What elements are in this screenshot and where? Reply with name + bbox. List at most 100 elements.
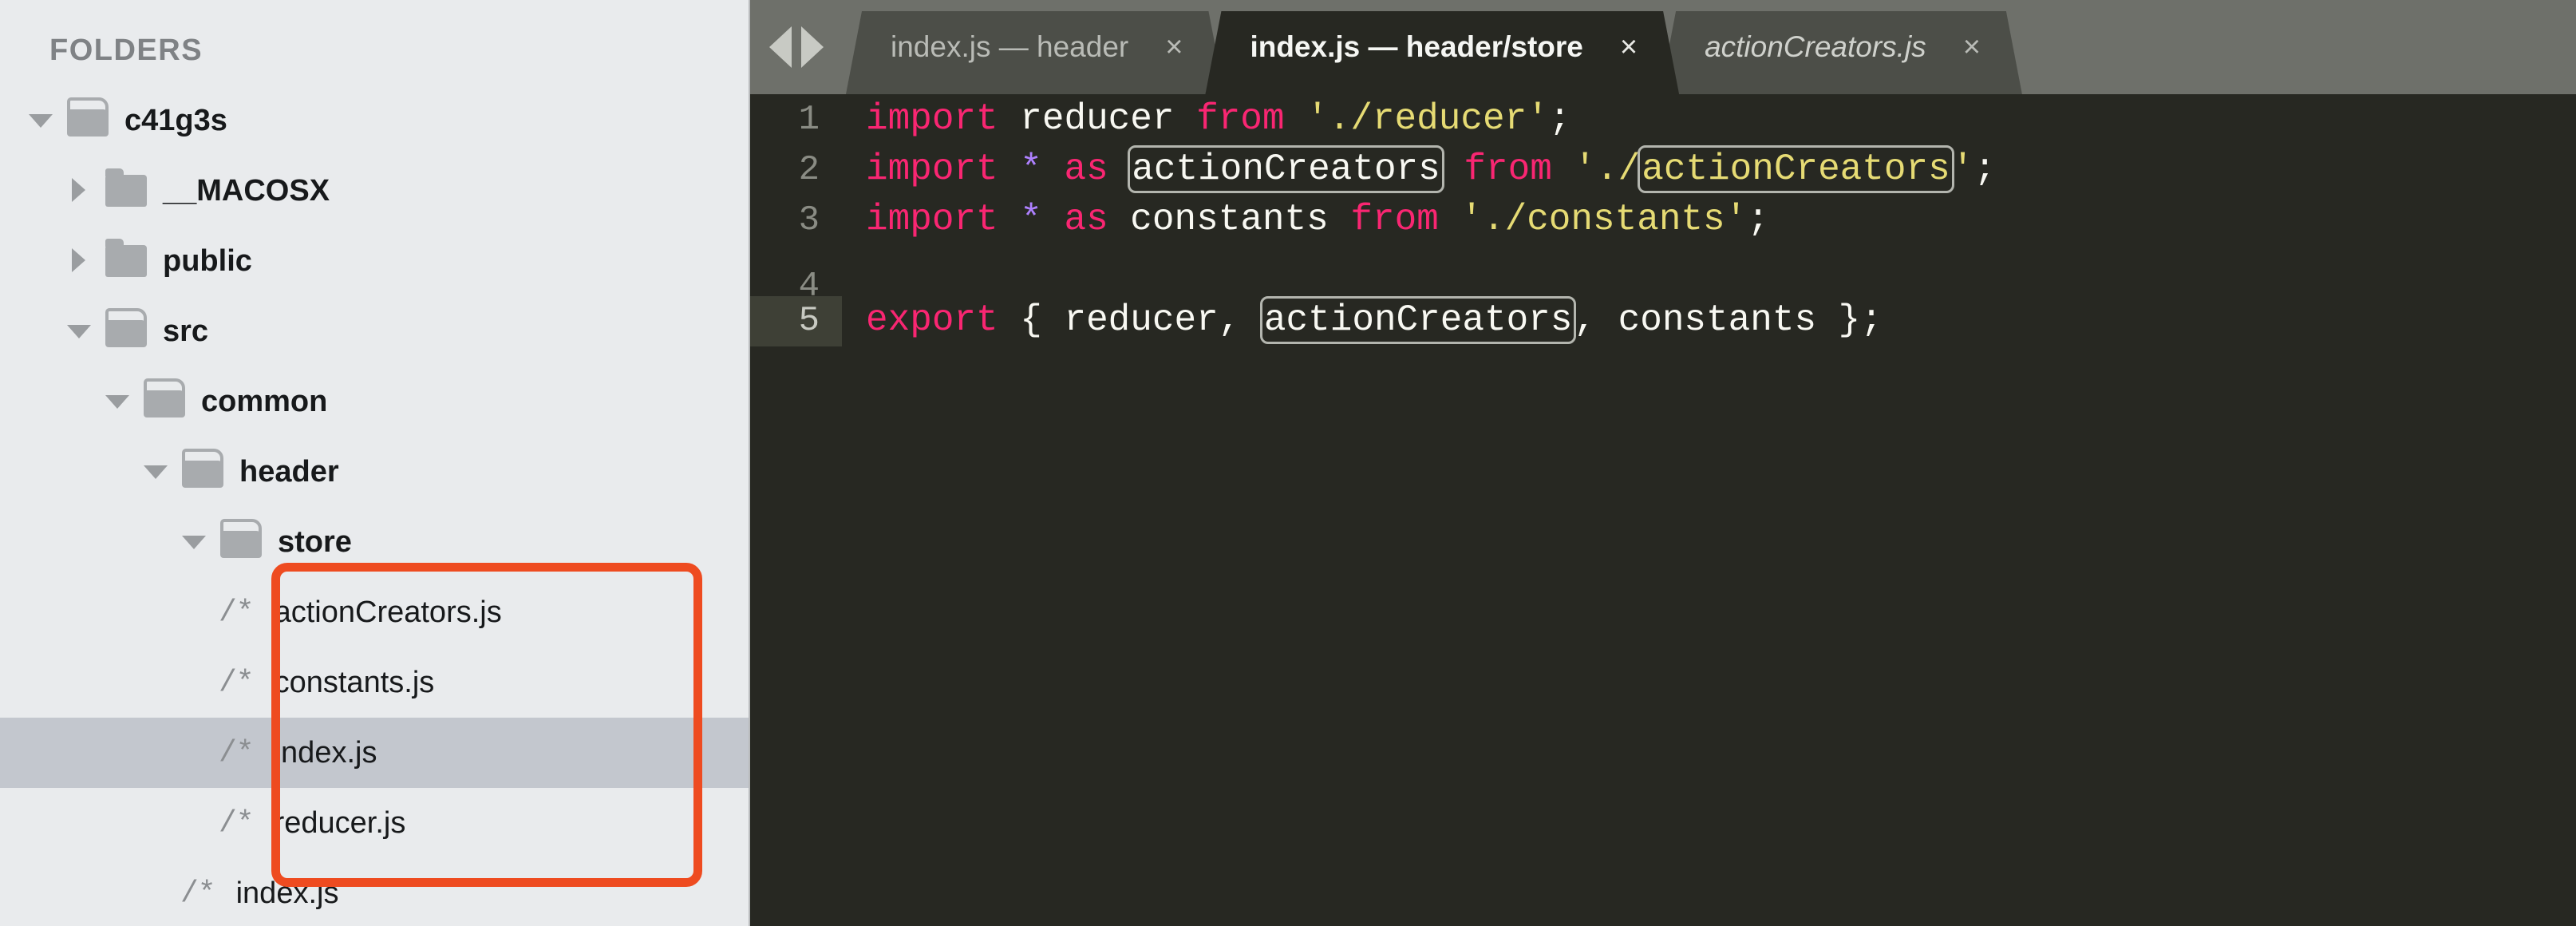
folders-header: FOLDERS [49,34,203,67]
code-line-text: import reducer from './reducer'; [842,94,1570,144]
chevron-down-icon[interactable] [180,528,207,556]
js-file-icon: /* [219,665,255,700]
tab-navigation[interactable] [750,0,846,94]
editor-pane: index.js — header × index.js — header/stor… [750,0,2576,926]
sidebar-file-tree-panel: FOLDERS c41g3s __MACOSXpublic src common hea… [0,0,750,926]
search-match-highlight: actionCreators [1638,145,1954,193]
tree-item-label: c41g3s [124,103,227,137]
line-number: 5 [750,296,842,346]
code-token: './reducer' [1306,98,1549,140]
tab-close-icon[interactable]: × [1165,32,1183,62]
editor-tab-0[interactable]: index.js — header × [846,0,1224,94]
js-file-icon: /* [219,595,255,630]
tab-title: index.js — header [891,30,1129,63]
line-number: 2 [750,145,842,196]
tab-close-icon[interactable]: × [1963,32,1981,62]
tree-folder-common[interactable]: common [0,366,749,437]
right-arrow-icon[interactable] [801,26,824,68]
tree-file-reducerjs[interactable]: /* reducer.js [0,788,749,858]
tree-file-constantsjs[interactable]: /* constants.js [0,647,749,718]
code-token: as [1064,199,1108,240]
tree-item-label: index.js [235,876,339,910]
tree-item-label: src [163,314,209,348]
code-line[interactable]: 3 import * as constants from './constants… [750,195,2576,246]
folder-open-icon [182,449,223,488]
code-token: reducer [1020,98,1175,140]
code-token: reducer [1064,299,1219,341]
code-token: * [1020,148,1042,190]
tree-file-indexjs[interactable]: /* index.js [0,858,749,926]
search-match-highlight: actionCreators [1259,296,1577,344]
code-token: constants [1130,199,1329,240]
tree-item-label: __MACOSX [163,173,330,208]
code-token: from [1464,148,1552,190]
editor-tab-1[interactable]: index.js — header/store × [1205,0,1679,94]
folder-closed-icon [105,168,147,207]
left-arrow-icon[interactable] [769,26,792,68]
code-token: import [866,98,998,140]
tree-item-label: constants.js [274,665,435,699]
code-token: './constants' [1460,199,1748,240]
code-line-text: import * as actionCreators from './actio… [842,144,1996,195]
tree-folder-store[interactable]: store [0,507,749,577]
tree-folder-header[interactable]: header [0,437,749,507]
code-token: ; [1973,148,1996,190]
tab-bar: index.js — header × index.js — header/stor… [750,0,2576,94]
tabs-container: index.js — header × index.js — header/stor… [846,0,2003,94]
editor-tab-2[interactable]: actionCreators.js × [1660,0,2022,94]
code-line[interactable]: 4 [750,245,2576,312]
code-token: import [866,148,998,190]
code-token: import [866,199,998,240]
code-line-text: export { reducer, actionCreators, consta… [842,295,1883,346]
tab-title: actionCreators.js [1705,30,1926,63]
chevron-down-icon[interactable] [142,458,169,485]
chevron-down-icon[interactable] [65,318,93,345]
line-number: 3 [750,196,842,246]
tree-folder-c41g3s[interactable]: c41g3s [0,85,749,156]
tree-item-label: common [201,384,328,418]
code-line[interactable]: 1 import reducer from './reducer'; [750,94,2576,145]
tree-file-actioncreatorsjs[interactable]: /* actionCreators.js [0,577,749,647]
code-token: }; [1816,299,1883,341]
code-token: , [1218,299,1262,341]
tree-file-indexjs[interactable]: /* index.js [0,718,749,788]
chevron-down-icon[interactable] [27,107,54,134]
tree-item-label: public [163,243,252,278]
code-token: from [1196,98,1285,140]
tree-item-label: index.js [274,735,377,770]
code-token: { [998,299,1065,341]
tree-folder-macosx[interactable]: __MACOSX [0,156,749,226]
chevron-right-icon[interactable] [65,247,93,275]
code-token: './ [1574,148,1641,190]
code-token: export [866,299,998,341]
code-line[interactable]: 5 export { reducer, actionCreators, const… [750,295,2576,346]
tree-folder-public[interactable]: public [0,226,749,296]
tab-title: index.js — header/store [1250,30,1583,63]
js-file-icon: /* [180,876,216,911]
tree-folder-src[interactable]: src [0,296,749,366]
js-file-icon: /* [219,805,255,841]
line-number: 1 [750,95,842,145]
folder-open-icon [144,378,185,417]
folder-open-icon [220,519,262,558]
code-editor-content[interactable]: 1 import reducer from './reducer'; 2 import… [750,94,2576,926]
chevron-right-icon[interactable] [65,177,93,204]
code-token: , [1574,299,1618,341]
tree-item-label: store [278,524,352,559]
code-token: from [1350,199,1439,240]
search-match-highlight: actionCreators [1128,145,1444,193]
code-line[interactable]: 2 import * as actionCreators from './acti… [750,144,2576,196]
chevron-down-icon[interactable] [104,388,131,415]
tab-close-icon[interactable]: × [1620,32,1638,62]
tree-item-label: reducer.js [274,805,406,840]
